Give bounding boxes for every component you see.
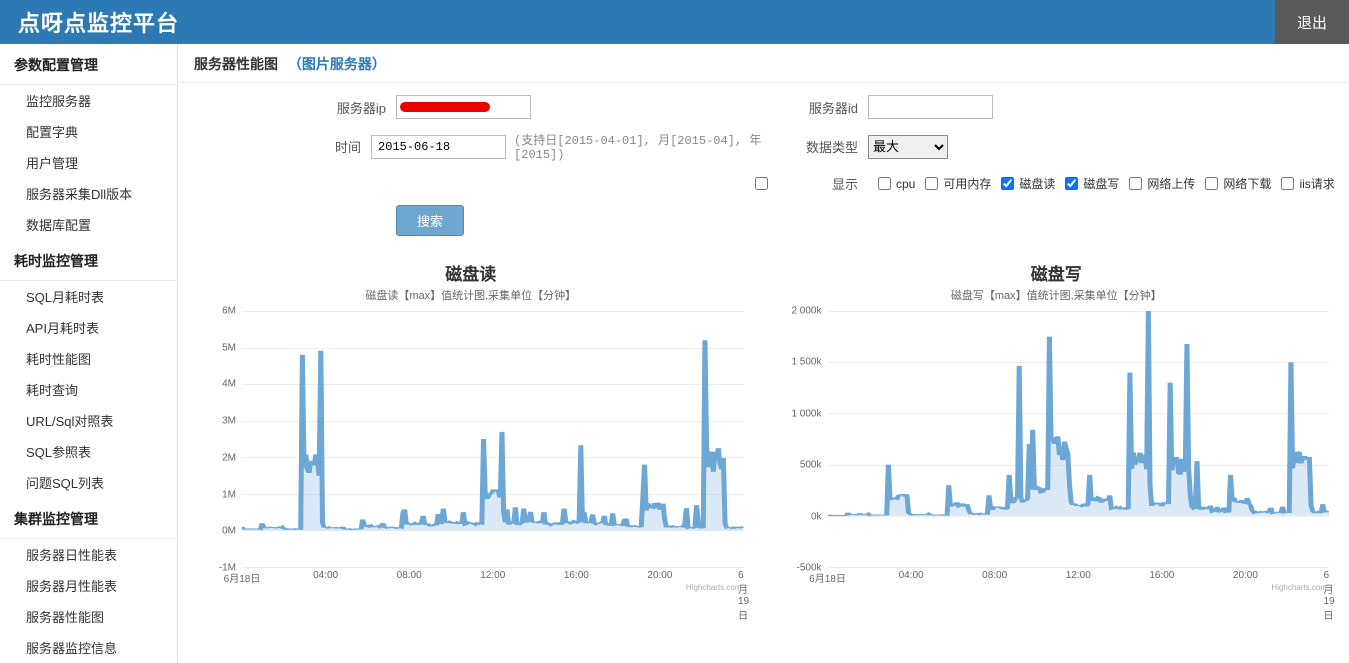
cblabel-diskwrite: 磁盘写 (1083, 175, 1119, 192)
checkbox-diskread[interactable] (1001, 177, 1014, 190)
sidebar-item-latency-chart[interactable]: 耗时性能图 (0, 343, 177, 374)
logout-button[interactable]: 退出 (1275, 0, 1349, 44)
checkbox-unknown[interactable] (755, 177, 768, 190)
cblabel-iis: iis请求 (1299, 175, 1334, 192)
filter-form: 服务器ip 服务器id 时间 (支持日[2015-04-01], 月[2015-… (178, 83, 1349, 254)
time-input[interactable] (371, 135, 506, 159)
chart1-subtitle: 磁盘读【max】值统计图,采集单位【分钟】 (194, 287, 748, 303)
breadcrumb-title: 服务器性能图 (194, 56, 278, 72)
checkbox-netup[interactable] (1129, 177, 1142, 190)
chart-disk-read: 磁盘读 磁盘读【max】值统计图,采集单位【分钟】 -1M0M1M2M3M4M5… (194, 260, 748, 586)
sidebar-item-db-config[interactable]: 数据库配置 (0, 209, 177, 240)
sidebar-item-problem-sql[interactable]: 问题SQL列表 (0, 467, 177, 498)
label-datatype: 数据类型 (768, 137, 868, 156)
search-button[interactable]: 搜索 (396, 205, 464, 236)
datatype-select[interactable]: 最大 (868, 135, 948, 159)
breadcrumb: 服务器性能图 （图片服务器） (178, 44, 1349, 83)
content: 服务器性能图 （图片服务器） 服务器ip 服务器id (178, 44, 1349, 663)
sidebar-item-server-monthly[interactable]: 服务器月性能表 (0, 570, 177, 601)
sidebar-header-cluster: 集群监控管理 (0, 498, 177, 539)
label-time: 时间 (216, 137, 371, 156)
sidebar-header-latency: 耗时监控管理 (0, 240, 177, 281)
checkbox-netdown[interactable] (1205, 177, 1218, 190)
label-server-id: 服务器id (768, 98, 868, 117)
label-server-ip: 服务器ip (216, 98, 396, 117)
checkbox-mem[interactable] (925, 177, 938, 190)
charts-container: 磁盘读 磁盘读【max】值统计图,采集单位【分钟】 -1M0M1M2M3M4M5… (178, 254, 1349, 586)
chart2-subtitle: 磁盘写【max】值统计图,采集单位【分钟】 (780, 287, 1334, 303)
chart1-credit: Highcharts.com (686, 583, 742, 592)
breadcrumb-sub: （图片服务器） (288, 56, 386, 72)
app-title: 点呀点监控平台 (18, 6, 179, 38)
sidebar-item-sql-ref[interactable]: SQL参照表 (0, 436, 177, 467)
sidebar-item-server-perf-chart[interactable]: 服务器性能图 (0, 601, 177, 632)
redacted-ip (400, 102, 490, 112)
label-display: 显示 (768, 174, 868, 193)
chart2-credit: Highcharts.com (1271, 583, 1327, 592)
chart1-title: 磁盘读 (194, 260, 748, 285)
sidebar-item-api-month[interactable]: API月耗时表 (0, 312, 177, 343)
sidebar-item-server-daily[interactable]: 服务器日性能表 (0, 539, 177, 570)
sidebar: 参数配置管理 监控服务器 配置字典 用户管理 服务器采集Dll版本 数据库配置 … (0, 44, 178, 663)
chart-disk-write: 磁盘写 磁盘写【max】值统计图,采集单位【分钟】 -500k0k500k1 0… (780, 260, 1334, 586)
sidebar-item-latency-query[interactable]: 耗时查询 (0, 374, 177, 405)
sidebar-item-dll-version[interactable]: 服务器采集Dll版本 (0, 178, 177, 209)
checkbox-diskwrite[interactable] (1065, 177, 1078, 190)
topbar: 点呀点监控平台 退出 (0, 0, 1349, 44)
sidebar-item-url-sql-map[interactable]: URL/Sql对照表 (0, 405, 177, 436)
server-id-input[interactable] (868, 95, 993, 119)
cblabel-netdown: 网络下载 (1223, 175, 1271, 192)
chart2-body[interactable]: -500k0k500k1 000k1 500k2 000k 6月18日04:00… (780, 311, 1334, 586)
time-hint: (支持日[2015-04-01], 月[2015-04], 年[2015]) (514, 131, 768, 162)
checkbox-iis[interactable] (1281, 177, 1294, 190)
sidebar-item-server-monitor-info[interactable]: 服务器监控信息 (0, 632, 177, 663)
sidebar-item-user-mgmt[interactable]: 用户管理 (0, 147, 177, 178)
checkbox-cpu[interactable] (878, 177, 891, 190)
sidebar-item-monitor-server[interactable]: 监控服务器 (0, 85, 177, 116)
sidebar-header-params: 参数配置管理 (0, 44, 177, 85)
chart2-title: 磁盘写 (780, 260, 1334, 285)
cblabel-diskread: 磁盘读 (1019, 175, 1055, 192)
cblabel-mem: 可用内存 (943, 175, 991, 192)
sidebar-item-config-dict[interactable]: 配置字典 (0, 116, 177, 147)
cblabel-cpu: cpu (896, 177, 915, 191)
cblabel-netup: 网络上传 (1147, 175, 1195, 192)
sidebar-item-sql-month[interactable]: SQL月耗时表 (0, 281, 177, 312)
chart1-body[interactable]: -1M0M1M2M3M4M5M6M 6月18日04:0008:0012:0016… (194, 311, 748, 586)
